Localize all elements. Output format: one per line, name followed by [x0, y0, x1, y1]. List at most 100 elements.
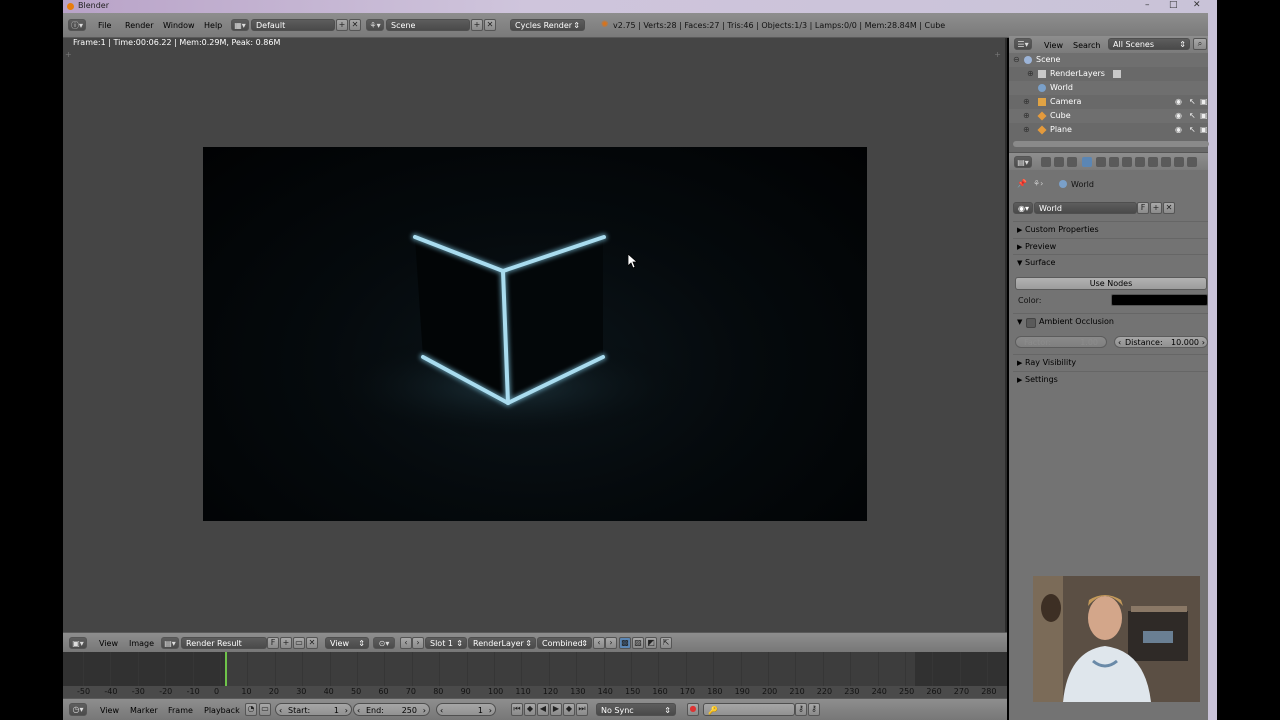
outliner-search-icon[interactable]: ⌕ — [1193, 38, 1207, 50]
expand-icon[interactable]: ⊕ — [1027, 67, 1034, 81]
menu-frame[interactable]: Frame — [168, 706, 193, 715]
outliner-tree[interactable]: ⊖ Scene ⊕ RenderLayers World ⊕ Camera ◉ … — [1009, 53, 1209, 152]
pivot-icon[interactable]: ⊙▾ — [373, 637, 395, 649]
render-result-image[interactable] — [203, 147, 867, 521]
open-image-icon[interactable]: ▭ — [293, 637, 305, 649]
new-image-button[interactable]: + — [280, 637, 292, 649]
selectability-cursor-icon[interactable]: ↖ — [1189, 123, 1196, 137]
keying-set-field[interactable]: 🔑 — [703, 703, 795, 716]
menu-window[interactable]: Window — [163, 21, 195, 30]
alpha-only-icon[interactable]: ▨ — [632, 637, 644, 649]
next-pass-button[interactable]: › — [605, 637, 617, 649]
lock-range-icon[interactable]: ▭ — [259, 703, 271, 716]
world-add-button[interactable]: + — [1150, 202, 1162, 214]
minimize-button[interactable]: – — [1145, 0, 1150, 10]
add-layout-button[interactable]: + — [336, 19, 348, 31]
editor-type-outliner-icon[interactable]: ☰▾ — [1014, 38, 1032, 50]
ao-factor-field[interactable]: Factor: 1.00 — [1015, 336, 1107, 348]
menu-image[interactable]: Image — [129, 639, 154, 648]
expand-icon[interactable]: ⊕ — [1023, 95, 1030, 109]
panel-surface[interactable]: ▼ Surface — [1013, 254, 1208, 271]
prev-pass-button[interactable]: ‹ — [593, 637, 605, 649]
menu-file[interactable]: File — [98, 21, 111, 30]
texture-tab-icon[interactable] — [1161, 157, 1171, 167]
world-tab-icon[interactable] — [1082, 157, 1092, 167]
scene-field[interactable]: Scene — [386, 19, 470, 31]
use-preview-range-icon[interactable]: ◔ — [245, 703, 257, 716]
pin-icon[interactable]: 📌 — [1017, 179, 1027, 188]
insert-keyframe-icon[interactable]: ⚷ — [795, 703, 807, 716]
timeline-current-frame-cursor[interactable] — [225, 652, 227, 688]
visibility-eye-icon[interactable]: ◉ — [1175, 123, 1182, 137]
jump-end-button[interactable]: ⏭ — [576, 703, 588, 716]
color-alpha-icon[interactable]: ▩ — [619, 637, 631, 649]
play-reverse-button[interactable]: ◀ — [537, 703, 549, 716]
renderability-camera-icon[interactable]: ▣ — [1200, 109, 1208, 123]
menu-view[interactable]: View — [99, 639, 118, 648]
timeline-area[interactable]: -50 -40 -30 -20 -10 0 10 20 30 40 50 60 70 80 90 100 110… — [63, 652, 1007, 698]
panel-ray-visibility[interactable]: ▶ Ray Visibility — [1013, 354, 1208, 371]
fake-user-button[interactable]: F — [267, 637, 279, 649]
constraints-tab-icon[interactable] — [1109, 157, 1119, 167]
start-frame-field[interactable]: ‹ Start: 1 › — [275, 703, 352, 716]
scene-tab-icon[interactable] — [1067, 157, 1077, 167]
image-name-field[interactable]: Render Result — [181, 637, 267, 649]
outliner-row-world[interactable]: World — [1009, 81, 1208, 95]
end-decrement-icon[interactable]: ‹ — [357, 704, 360, 717]
world-color-swatch[interactable] — [1111, 294, 1208, 306]
area-corner-plus-icon-right[interactable]: + — [994, 50, 1001, 59]
editor-type-properties-icon[interactable]: ▤▾ — [1014, 156, 1032, 168]
panel-ambient-occlusion[interactable]: ▼ Ambient Occlusion — [1013, 313, 1208, 330]
world-browse-icon[interactable]: ◉▾ — [1013, 202, 1033, 214]
start-decrement-icon[interactable]: ‹ — [279, 704, 282, 717]
render-layer-dropdown[interactable]: RenderLayer ⇕ — [468, 637, 536, 649]
modifiers-tab-icon[interactable] — [1122, 157, 1132, 167]
selectability-cursor-icon[interactable]: ↖ — [1189, 109, 1196, 123]
object-tab-icon[interactable] — [1096, 157, 1106, 167]
menu-view-timeline[interactable]: View — [100, 706, 119, 715]
selectability-cursor-icon[interactable]: ↖ — [1189, 95, 1196, 109]
ao-distance-decrement-icon[interactable]: ‹ — [1118, 337, 1121, 348]
z-buffer-icon[interactable]: ◩ — [645, 637, 657, 649]
jump-prev-keyframe-button[interactable]: ◆ — [524, 703, 536, 716]
delete-keyframe-icon[interactable]: ⚷ — [808, 703, 820, 716]
outliner-row-camera[interactable]: ⊕ Camera ◉ ↖ ▣ — [1009, 95, 1208, 109]
outliner-menu-search[interactable]: Search — [1073, 41, 1100, 50]
world-fake-user-button[interactable]: F — [1137, 202, 1149, 214]
visibility-eye-icon[interactable]: ◉ — [1175, 109, 1182, 123]
expand-icon[interactable]: ⊕ — [1023, 123, 1030, 137]
expand-icon[interactable]: ⊕ — [1023, 109, 1030, 123]
outliner-menu-view[interactable]: View — [1044, 41, 1063, 50]
current-frame-field[interactable]: ‹ 1 › — [436, 703, 496, 716]
collapse-icon[interactable]: ⊖ — [1013, 53, 1020, 67]
menu-playback[interactable]: Playback — [204, 706, 240, 715]
jump-next-keyframe-button[interactable]: ◆ — [563, 703, 575, 716]
end-increment-icon[interactable]: › — [423, 704, 426, 717]
world-unlink-button[interactable]: ✕ — [1163, 202, 1175, 214]
physics-tab-icon[interactable] — [1187, 157, 1197, 167]
area-corner-plus-icon[interactable]: + — [65, 50, 72, 59]
remove-layout-button[interactable]: ✕ — [349, 19, 361, 31]
end-frame-field[interactable]: ‹ End: 250 › — [353, 703, 430, 716]
layout-grid-icon[interactable]: ▦▾ — [231, 19, 249, 31]
jump-start-button[interactable]: ⏮ — [511, 703, 523, 716]
menu-marker[interactable]: Marker — [130, 706, 158, 715]
close-window-button[interactable]: ✕ — [1193, 0, 1201, 10]
prev-slot-button[interactable]: ‹ — [400, 637, 412, 649]
frame-increment-icon[interactable]: › — [489, 704, 492, 717]
ao-distance-increment-icon[interactable]: › — [1202, 337, 1205, 348]
visibility-eye-icon[interactable]: ◉ — [1175, 95, 1182, 109]
menu-render[interactable]: Render — [125, 21, 153, 30]
view-mode-dropdown[interactable]: View ⇕ — [325, 637, 369, 649]
world-datablock-field[interactable]: World — [1034, 202, 1137, 214]
scene-selector-icon[interactable]: ⚘▾ — [366, 19, 384, 31]
remove-scene-button[interactable]: ✕ — [484, 19, 496, 31]
use-nodes-button[interactable]: Use Nodes — [1015, 277, 1207, 290]
renderability-camera-icon[interactable]: ▣ — [1200, 95, 1208, 109]
image-browse-icon[interactable]: ▤▾ — [161, 637, 179, 649]
editor-type-info-icon[interactable]: ⓘ▾ — [68, 19, 86, 31]
screen-layout-field[interactable]: Default — [251, 19, 335, 31]
render-tab-icon[interactable] — [1041, 157, 1051, 167]
play-button[interactable]: ▶ — [550, 703, 562, 716]
panel-settings[interactable]: ▶ Settings — [1013, 371, 1208, 388]
